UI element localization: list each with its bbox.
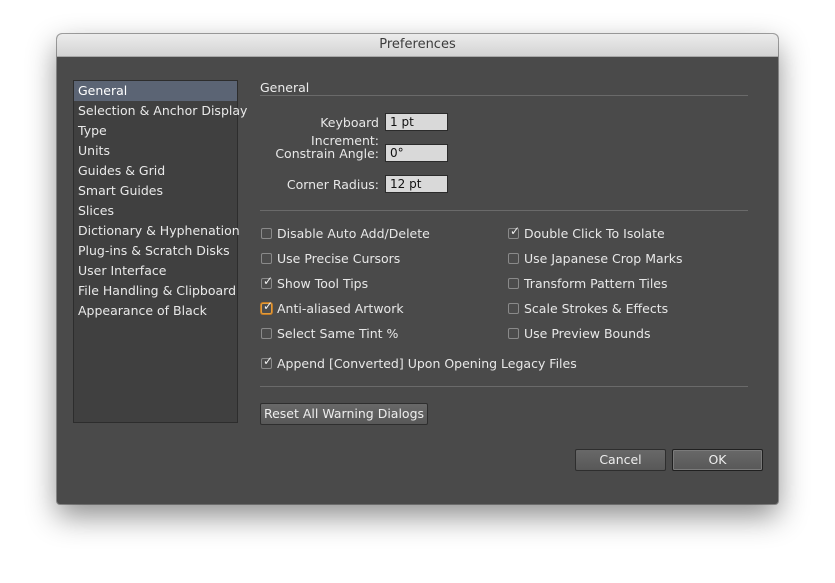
sidebar-item-type[interactable]: Type bbox=[74, 121, 237, 141]
append-converted-option[interactable]: ✓ Append [Converted] Upon Opening Legacy … bbox=[261, 354, 577, 372]
sidebar-item-dictionary-hyphenation[interactable]: Dictionary & Hyphenation bbox=[74, 221, 240, 241]
use-preview-bounds-checkbox[interactable] bbox=[508, 328, 519, 339]
sidebar-item-plugins-scratch-disks[interactable]: Plug-ins & Scratch Disks bbox=[74, 241, 237, 261]
append-converted-label: Append [Converted] Upon Opening Legacy F… bbox=[277, 356, 577, 371]
anti-aliased-artwork-option[interactable]: ✓ Anti-aliased Artwork bbox=[261, 299, 404, 317]
transform-pattern-tiles-checkbox[interactable] bbox=[508, 278, 519, 289]
fields-divider bbox=[260, 210, 748, 211]
anti-aliased-artwork-label: Anti-aliased Artwork bbox=[277, 301, 404, 316]
scale-strokes-effects-checkbox[interactable] bbox=[508, 303, 519, 314]
reset-warning-dialogs-button[interactable]: Reset All Warning Dialogs bbox=[260, 403, 428, 425]
use-japanese-crop-marks-option[interactable]: Use Japanese Crop Marks bbox=[508, 251, 683, 267]
anti-aliased-artwork-checkbox[interactable]: ✓ bbox=[261, 299, 273, 314]
use-preview-bounds-option[interactable]: Use Preview Bounds bbox=[508, 326, 650, 342]
checkmark-icon: ✓ bbox=[263, 354, 274, 368]
sidebar-item-guides-grid[interactable]: Guides & Grid bbox=[74, 161, 237, 181]
double-click-to-isolate-checkbox[interactable]: ✓ bbox=[508, 224, 520, 239]
use-japanese-crop-marks-label: Use Japanese Crop Marks bbox=[524, 251, 683, 266]
checkmark-icon: ✓ bbox=[263, 299, 274, 313]
transform-pattern-tiles-option[interactable]: Transform Pattern Tiles bbox=[508, 276, 668, 292]
double-click-to-isolate-label: Double Click To Isolate bbox=[524, 226, 665, 241]
sidebar-item-user-interface[interactable]: User Interface bbox=[74, 261, 237, 281]
double-click-to-isolate-option[interactable]: ✓ Double Click To Isolate bbox=[508, 224, 665, 242]
section-divider bbox=[260, 95, 748, 96]
sidebar-item-file-handling-clipboard[interactable]: File Handling & Clipboard bbox=[74, 281, 237, 301]
use-precise-cursors-option[interactable]: Use Precise Cursors bbox=[261, 251, 400, 267]
append-converted-checkbox[interactable]: ✓ bbox=[261, 354, 273, 369]
sidebar-item-selection-anchor-display[interactable]: Selection & Anchor Display bbox=[74, 101, 247, 121]
constrain-angle-input[interactable] bbox=[385, 144, 448, 162]
select-same-tint-checkbox[interactable] bbox=[261, 328, 272, 339]
transform-pattern-tiles-label: Transform Pattern Tiles bbox=[524, 276, 668, 291]
keyboard-increment-input[interactable] bbox=[385, 113, 448, 131]
ok-button[interactable]: OK bbox=[672, 449, 763, 471]
select-same-tint-option[interactable]: Select Same Tint % bbox=[261, 326, 398, 342]
disable-auto-add-delete-checkbox[interactable] bbox=[261, 228, 272, 239]
sidebar-item-slices[interactable]: Slices bbox=[74, 201, 237, 221]
use-japanese-crop-marks-checkbox[interactable] bbox=[508, 253, 519, 264]
sidebar-item-general[interactable]: General bbox=[74, 81, 237, 101]
sidebar-item-units[interactable]: Units bbox=[74, 141, 237, 161]
constrain-angle-label: Constrain Angle: bbox=[275, 146, 379, 161]
sidebar-item-smart-guides[interactable]: Smart Guides bbox=[74, 181, 237, 201]
checkmark-icon: ✓ bbox=[263, 274, 274, 288]
window-title: Preferences bbox=[57, 34, 778, 57]
corner-radius-label: Corner Radius: bbox=[286, 177, 379, 192]
section-title: General bbox=[260, 80, 310, 95]
use-precise-cursors-label: Use Precise Cursors bbox=[277, 251, 401, 266]
sidebar: General Selection & Anchor Display Type … bbox=[73, 80, 247, 423]
disable-auto-add-delete-option[interactable]: Disable Auto Add/Delete bbox=[261, 226, 430, 242]
select-same-tint-label: Select Same Tint % bbox=[277, 326, 399, 341]
checkmark-icon: ✓ bbox=[510, 224, 521, 238]
show-tool-tips-label: Show Tool Tips bbox=[277, 276, 369, 291]
cancel-button[interactable]: Cancel bbox=[575, 449, 666, 471]
show-tool-tips-option[interactable]: ✓ Show Tool Tips bbox=[261, 274, 369, 292]
use-precise-cursors-checkbox[interactable] bbox=[261, 253, 272, 264]
scale-strokes-effects-option[interactable]: Scale Strokes & Effects bbox=[508, 301, 668, 317]
use-preview-bounds-label: Use Preview Bounds bbox=[524, 326, 651, 341]
corner-radius-input[interactable] bbox=[385, 175, 448, 193]
sidebar-item-appearance-of-black[interactable]: Appearance of Black bbox=[74, 301, 237, 321]
scale-strokes-effects-label: Scale Strokes & Effects bbox=[524, 301, 669, 316]
options-divider bbox=[260, 386, 748, 387]
disable-auto-add-delete-label: Disable Auto Add/Delete bbox=[277, 226, 430, 241]
preferences-window: Preferences General Selection & Anchor D… bbox=[57, 34, 778, 504]
show-tool-tips-checkbox[interactable]: ✓ bbox=[261, 274, 273, 289]
